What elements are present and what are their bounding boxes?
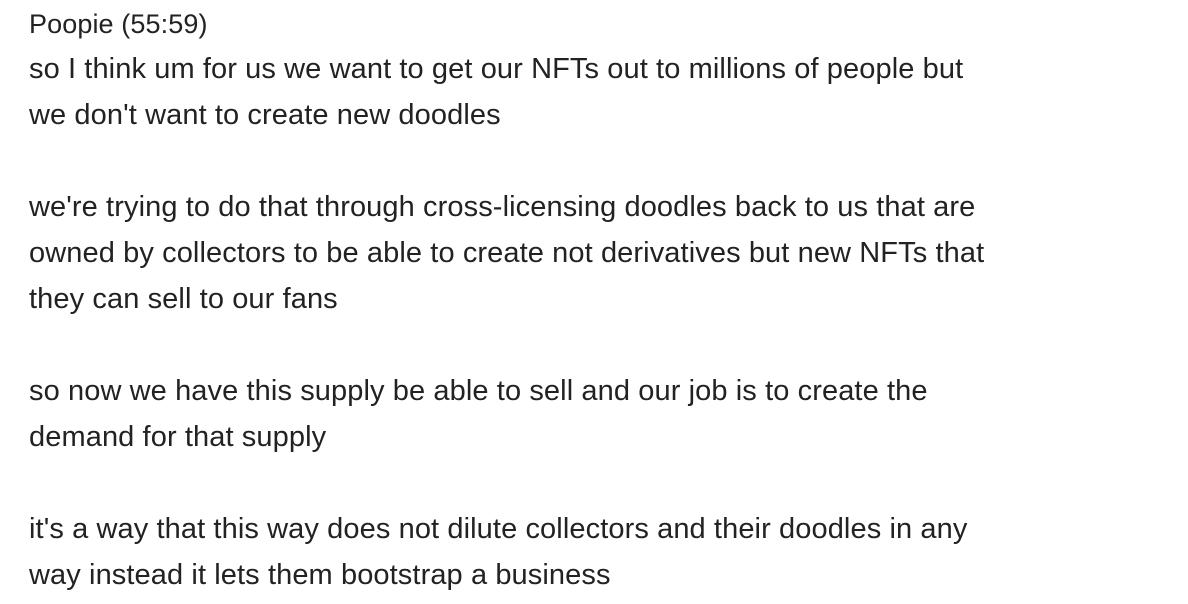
speaker-name: Poopie	[29, 9, 114, 39]
transcript-paragraph-3: so now we have this supply be able to se…	[29, 375, 928, 453]
speaker-timestamp: (55:59)	[121, 9, 208, 39]
transcript-paragraph-4: it's a way that this way does not dilute…	[29, 513, 968, 591]
transcript-paragraph-1: so I think um for us we want to get our …	[29, 53, 964, 131]
transcript-paragraph-2: we're trying to do that through cross-li…	[29, 191, 985, 315]
speaker-header: Poopie (55:59)	[29, 0, 1169, 46]
transcript-block: Poopie (55:59) so I think um for us we w…	[29, 0, 1169, 598]
